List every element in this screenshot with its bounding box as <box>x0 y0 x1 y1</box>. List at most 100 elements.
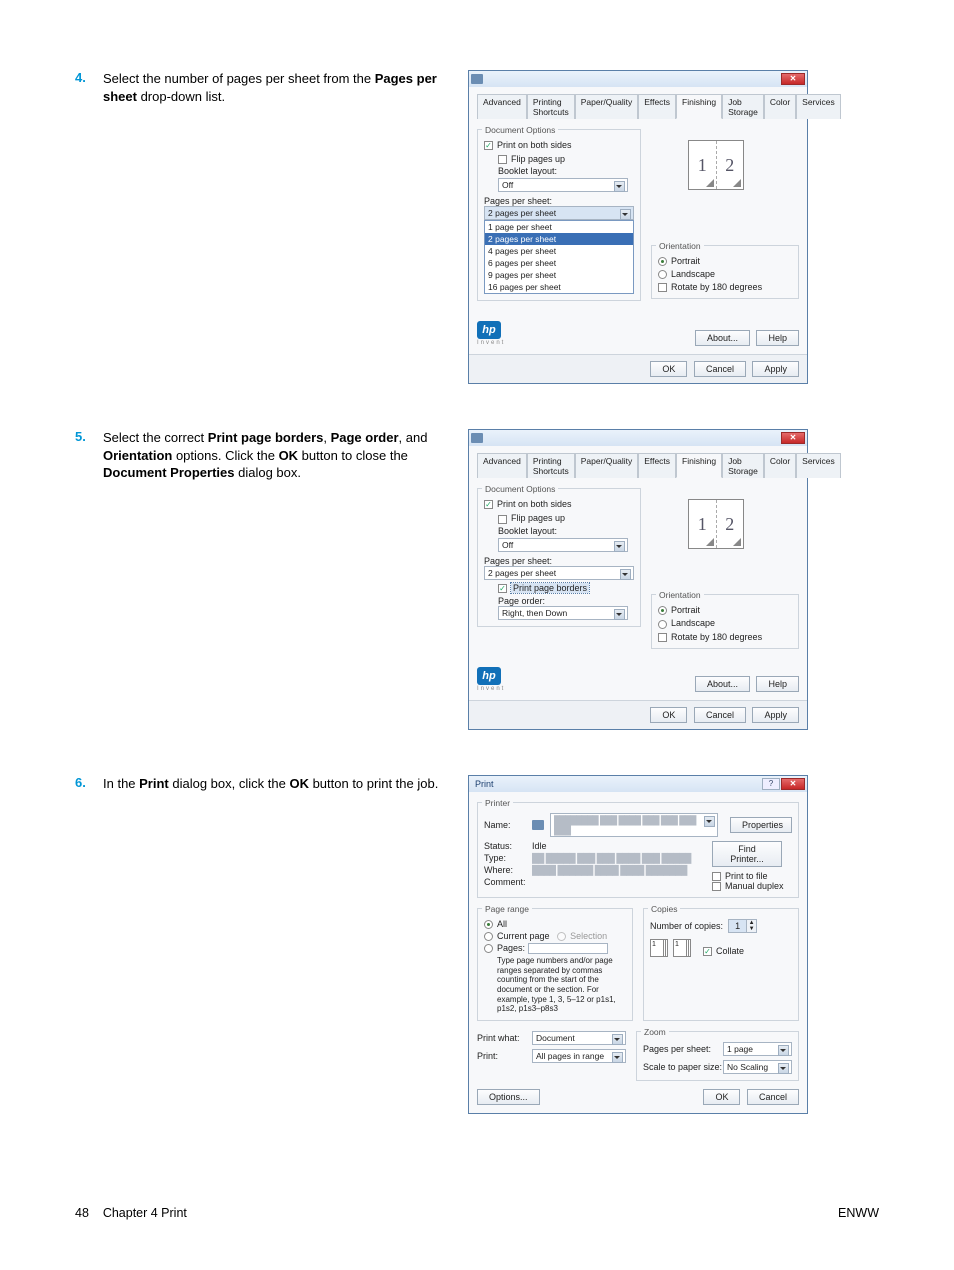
document-options-group: Document Options Print on both sides Fli… <box>477 488 641 626</box>
tab-services[interactable]: Services <box>796 94 841 119</box>
ok-button[interactable]: OK <box>650 361 687 377</box>
step-text: Select the number of pages per sheet fro… <box>103 70 468 105</box>
about-button[interactable]: About... <box>695 676 750 692</box>
print-page-borders-checkbox[interactable] <box>498 584 507 593</box>
collate-checkbox[interactable] <box>703 947 712 956</box>
list-item[interactable]: 1 page per sheet <box>485 221 633 233</box>
all-radio[interactable] <box>484 920 493 929</box>
orientation-group: Orientation Portrait Landscape Rotate by… <box>651 245 799 299</box>
print-range-select[interactable]: All pages in range <box>532 1049 626 1063</box>
orientation-group: Orientation Portrait Landscape Rotate by… <box>651 594 799 648</box>
rotate-180-checkbox[interactable] <box>658 633 667 642</box>
step-text: In the Print dialog box, click the OK bu… <box>103 775 468 793</box>
pages-radio[interactable] <box>484 944 493 953</box>
tab-color[interactable]: Color <box>764 94 796 119</box>
document-options-group: Document Options Print on both sides Fli… <box>477 129 641 301</box>
copies-stepper[interactable]: 1▲▼ <box>728 919 757 933</box>
tab-finishing[interactable]: Finishing <box>676 94 722 119</box>
print-both-sides-checkbox[interactable] <box>484 500 493 509</box>
landscape-radio[interactable] <box>658 620 667 629</box>
apply-button[interactable]: Apply <box>752 707 799 723</box>
page-preview: 1 2 <box>651 125 781 205</box>
cancel-button[interactable]: Cancel <box>747 1089 799 1105</box>
portrait-radio[interactable] <box>658 257 667 266</box>
hp-logo-icon: hp <box>477 321 501 339</box>
options-button[interactable]: Options... <box>477 1089 540 1105</box>
list-item[interactable]: 16 pages per sheet <box>485 281 633 293</box>
zoom-pps-select[interactable]: 1 page <box>723 1042 792 1056</box>
dialog-title: Print <box>471 779 494 789</box>
print-dialog: Print ? ✕ Printer Name: ████████ ███ ███… <box>468 775 808 1114</box>
flip-pages-up-checkbox[interactable] <box>498 515 507 524</box>
print-both-sides-checkbox[interactable] <box>484 141 493 150</box>
tab-color[interactable]: Color <box>764 453 796 478</box>
properties-button[interactable]: Properties <box>730 817 792 833</box>
pages-per-sheet-select[interactable]: 2 pages per sheet <box>484 566 634 580</box>
apply-button[interactable]: Apply <box>752 361 799 377</box>
cancel-button[interactable]: Cancel <box>694 707 746 723</box>
printer-group: Printer Name: ████████ ███ ████ ███ ███ … <box>477 802 799 898</box>
booklet-layout-select[interactable]: Off <box>498 538 628 552</box>
printer-name-select[interactable]: ████████ ███ ████ ███ ███ ███ ███ <box>550 813 718 837</box>
step-number: 6. <box>75 775 103 790</box>
dialog-icon <box>471 433 483 443</box>
close-icon[interactable]: ✕ <box>781 778 805 790</box>
step-text: Select the correct Print page borders, P… <box>103 429 468 482</box>
hp-logo-icon: hp <box>477 667 501 685</box>
collate-preview: 321 321 <box>650 939 693 963</box>
ok-button[interactable]: OK <box>650 707 687 723</box>
find-printer-button[interactable]: Find Printer... <box>712 841 782 867</box>
step-number: 4. <box>75 70 103 85</box>
tab-finishing[interactable]: Finishing <box>676 453 722 478</box>
step-number: 5. <box>75 429 103 444</box>
page-preview: 1 2 <box>651 484 781 564</box>
current-page-radio[interactable] <box>484 932 493 941</box>
list-item[interactable]: 6 pages per sheet <box>485 257 633 269</box>
dialog-icon <box>471 74 483 84</box>
help-button[interactable]: Help <box>756 330 799 346</box>
selection-radio <box>557 932 566 941</box>
page-footer: 48 Chapter 4 Print ENWW <box>75 1206 879 1220</box>
tab-paper-quality[interactable]: Paper/Quality <box>575 453 639 478</box>
print-what-select[interactable]: Document <box>532 1031 626 1045</box>
print-to-file-checkbox[interactable] <box>712 872 721 881</box>
tab-job-storage[interactable]: Job Storage <box>722 453 764 478</box>
tab-services[interactable]: Services <box>796 453 841 478</box>
properties-dialog-step5: ✕ Advanced Printing Shortcuts Paper/Qual… <box>468 429 808 729</box>
about-button[interactable]: About... <box>695 330 750 346</box>
flip-pages-up-checkbox[interactable] <box>498 155 507 164</box>
pages-per-sheet-select[interactable]: 2 pages per sheet <box>484 206 634 220</box>
tab-strip: Advanced Printing Shortcuts Paper/Qualit… <box>477 452 799 478</box>
manual-duplex-checkbox[interactable] <box>712 882 721 891</box>
zoom-scale-select[interactable]: No Scaling <box>723 1060 792 1074</box>
list-item[interactable]: 2 pages per sheet <box>485 233 633 245</box>
portrait-radio[interactable] <box>658 606 667 615</box>
tab-effects[interactable]: Effects <box>638 453 676 478</box>
cancel-button[interactable]: Cancel <box>694 361 746 377</box>
close-icon[interactable]: ✕ <box>781 432 805 444</box>
tab-printing-shortcuts[interactable]: Printing Shortcuts <box>527 94 575 119</box>
page-range-group: Page range All Current page Selection Pa… <box>477 908 633 1021</box>
landscape-radio[interactable] <box>658 270 667 279</box>
booklet-layout-select[interactable]: Off <box>498 178 628 192</box>
printer-icon <box>532 820 544 830</box>
close-icon[interactable]: ✕ <box>781 73 805 85</box>
tab-advanced[interactable]: Advanced <box>477 453 527 478</box>
tab-advanced[interactable]: Advanced <box>477 94 527 119</box>
list-item[interactable]: 4 pages per sheet <box>485 245 633 257</box>
page-order-select[interactable]: Right, then Down <box>498 606 628 620</box>
pages-input[interactable] <box>528 943 608 954</box>
rotate-180-checkbox[interactable] <box>658 283 667 292</box>
tab-effects[interactable]: Effects <box>638 94 676 119</box>
tab-paper-quality[interactable]: Paper/Quality <box>575 94 639 119</box>
ok-button[interactable]: OK <box>703 1089 740 1105</box>
properties-dialog-step4: ✕ Advanced Printing Shortcuts Paper/Qual… <box>468 70 808 384</box>
tab-strip: Advanced Printing Shortcuts Paper/Qualit… <box>477 93 799 119</box>
copies-group: Copies Number of copies: 1▲▼ 321 321 Col… <box>643 908 799 1021</box>
pages-per-sheet-dropdown-list[interactable]: 1 page per sheet 2 pages per sheet 4 pag… <box>484 220 634 294</box>
help-button[interactable]: Help <box>756 676 799 692</box>
zoom-group: Zoom Pages per sheet:1 page Scale to pap… <box>636 1031 799 1081</box>
tab-job-storage[interactable]: Job Storage <box>722 94 764 119</box>
tab-printing-shortcuts[interactable]: Printing Shortcuts <box>527 453 575 478</box>
list-item[interactable]: 9 pages per sheet <box>485 269 633 281</box>
